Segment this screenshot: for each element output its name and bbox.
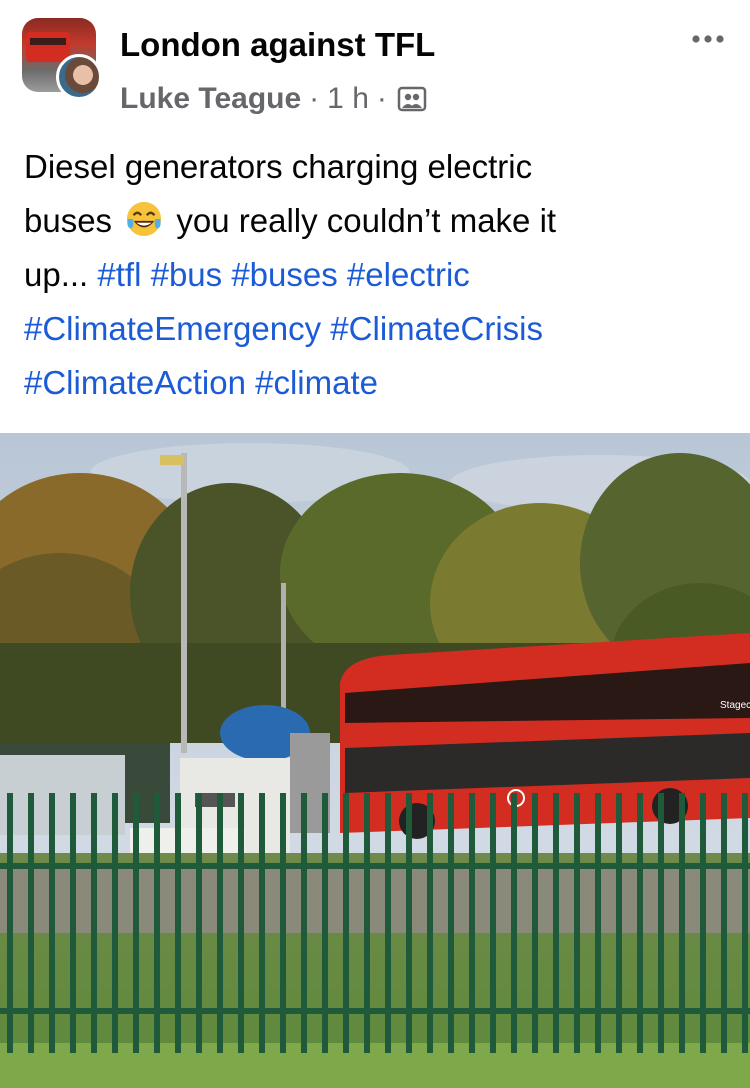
post-timestamp[interactable]: 1 h (327, 82, 369, 116)
caption-text: up... (24, 256, 89, 293)
meta-separator: · (309, 82, 320, 115)
post-caption: Diesel generators charging electric buse… (24, 140, 724, 410)
hashtag-link[interactable]: #bus (151, 256, 223, 293)
caption-line: #ClimateEmergency #ClimateCrisis (24, 302, 724, 356)
post-header: London against TFL Luke Teague · 1 h · (0, 0, 750, 130)
caption-text: buses (24, 202, 113, 239)
hashtag-link[interactable]: #buses (231, 256, 337, 293)
caption-text: you really couldn’t make it (176, 202, 557, 239)
hashtag-link[interactable]: #ClimateAction (24, 364, 246, 401)
avatar-stack[interactable] (22, 18, 102, 100)
more-options-icon (692, 35, 724, 43)
laughing-emoji-icon (127, 201, 162, 237)
author-avatar[interactable] (56, 54, 102, 100)
author-name-link[interactable]: Luke Teague (120, 82, 301, 116)
post-photo[interactable]: Stagecoach (0, 433, 750, 1088)
group-name-link[interactable]: London against TFL (120, 26, 435, 64)
hashtag-link[interactable]: #climate (255, 364, 378, 401)
caption-line: #ClimateAction #climate (24, 356, 724, 410)
hashtag-link[interactable]: #tfl (97, 256, 141, 293)
hashtag-link[interactable]: #ClimateCrisis (330, 310, 543, 347)
more-options-button[interactable] (688, 24, 728, 54)
post-meta: Luke Teague · 1 h · (120, 82, 427, 116)
bus-operator-label: Stagecoach (720, 700, 750, 711)
photo-bus-charging: Stagecoach (0, 433, 750, 1088)
meta-separator: · (376, 82, 387, 115)
group-audience-icon[interactable] (397, 86, 427, 112)
caption-line: Diesel generators charging electric (24, 140, 724, 194)
caption-line: buses you really couldn’t make it (24, 194, 724, 248)
caption-text: Diesel generators charging electric (24, 148, 533, 185)
caption-line: up... #tfl #bus #buses #electric (24, 248, 724, 302)
hashtag-link[interactable]: #electric (347, 256, 470, 293)
hashtag-link[interactable]: #ClimateEmergency (24, 310, 321, 347)
